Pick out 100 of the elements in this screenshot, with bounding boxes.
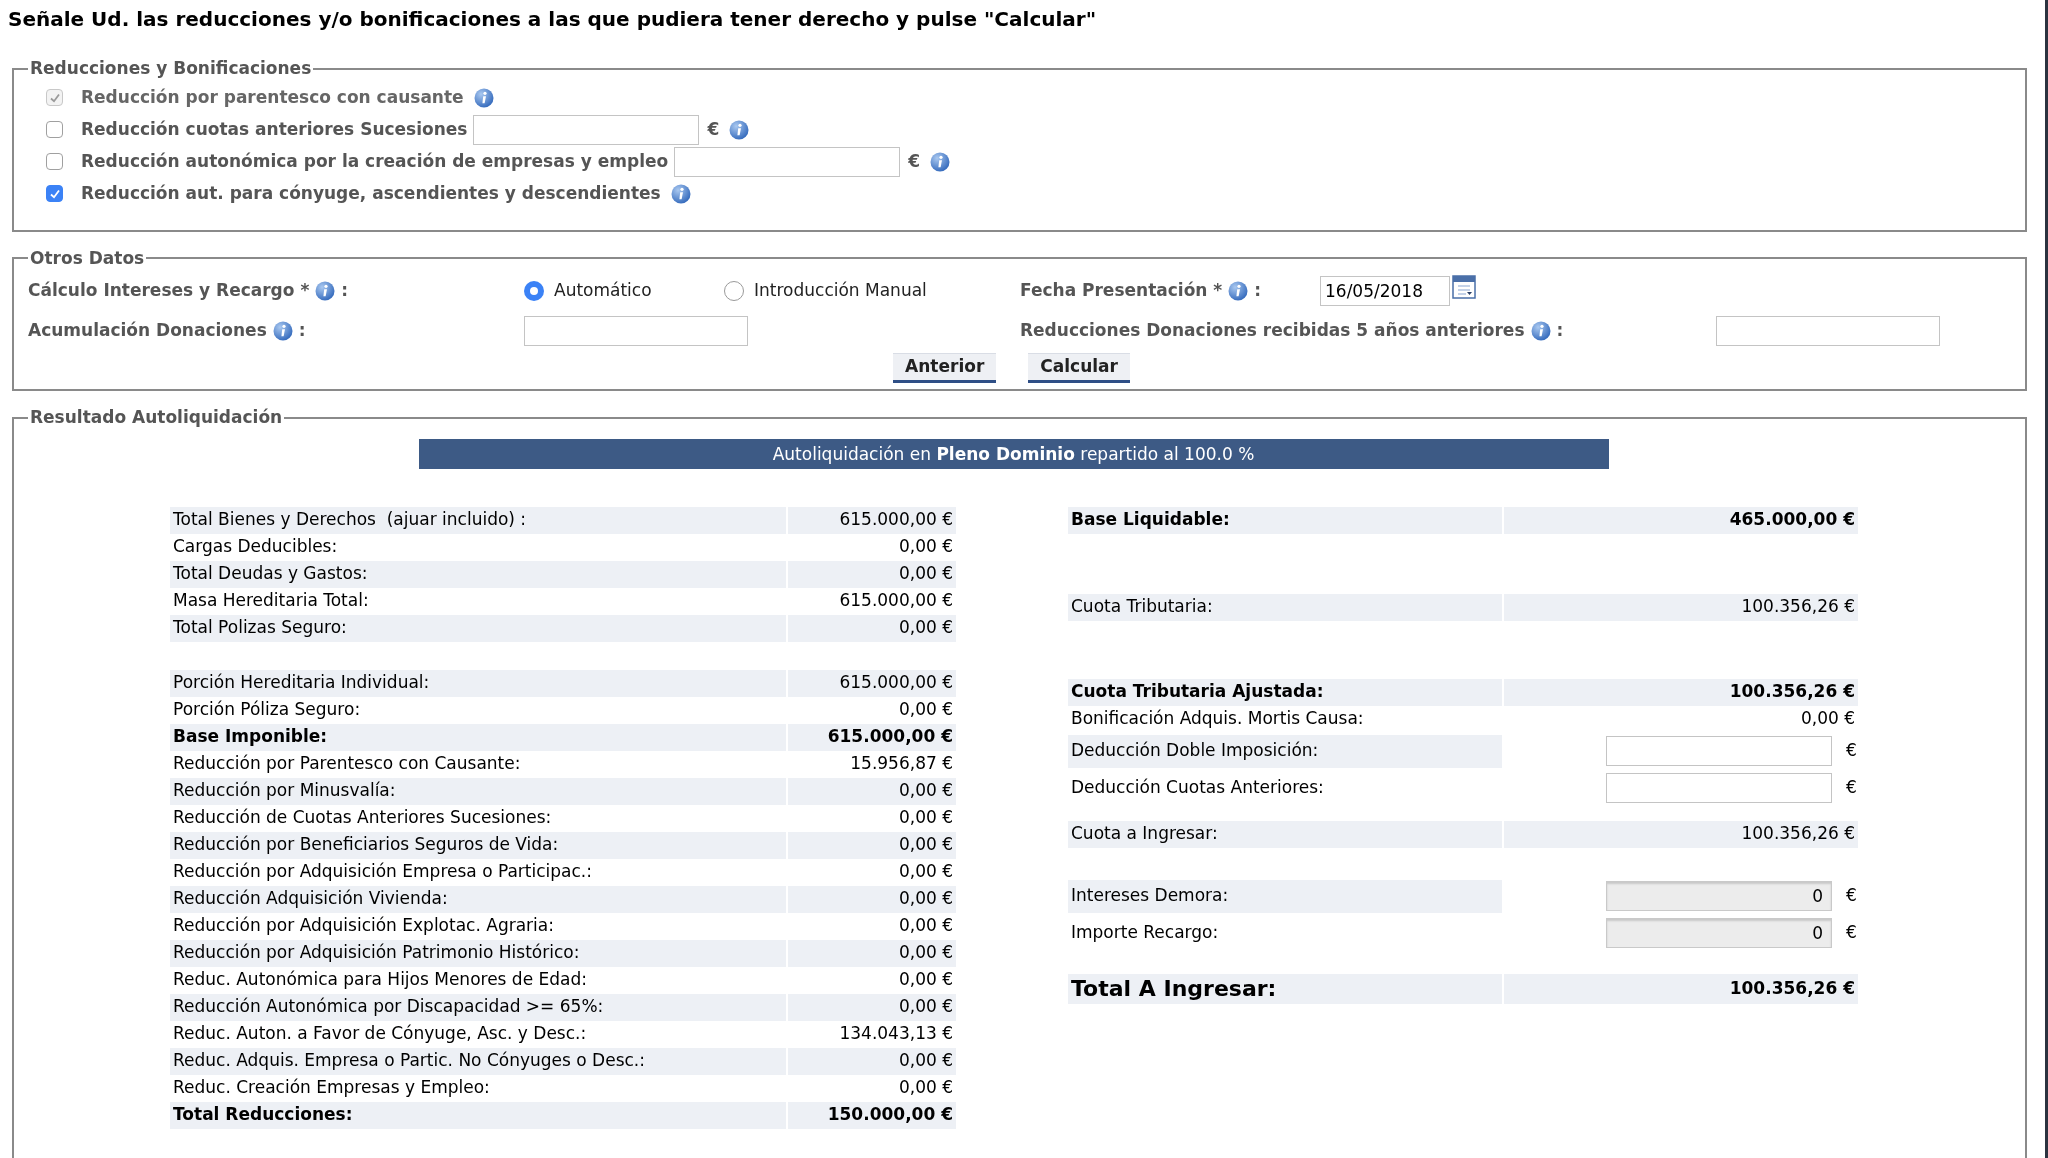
amount-field[interactable] (473, 114, 700, 145)
row-value: 0,00 € (788, 614, 956, 642)
row-value: 0,00 € (897, 698, 954, 722)
row-label: Total Reducciones: (170, 1101, 786, 1129)
field-label: Fecha Presentación * (1020, 279, 1223, 303)
row-value: 0,00 € (788, 939, 956, 967)
row-value: 100.356,26 € (1504, 593, 1858, 621)
donations-field[interactable] (1716, 316, 1940, 346)
row-value: 0,00 € (897, 860, 954, 884)
info-icon[interactable] (670, 183, 691, 204)
checkbox[interactable] (46, 121, 63, 138)
row-value: 0,00 € (897, 968, 954, 992)
radio-button[interactable] (724, 281, 744, 301)
checkbox[interactable] (46, 153, 63, 170)
checkbox-label: Reducción autonómica por la creación de empresas y empleo (81, 149, 669, 173)
donations-field[interactable] (524, 316, 748, 346)
label-colon: : (1254, 279, 1262, 303)
form-button[interactable]: Calcular (1028, 353, 1130, 383)
row-label: Base Imponible: (170, 723, 786, 751)
row-value: 0,00 € (788, 777, 956, 805)
currency-symbol: € (1846, 739, 1857, 763)
row-value: 134.043,13 € (838, 1022, 954, 1046)
row-label: Reducción por Parentesco con Causante: (172, 752, 522, 776)
page-heading: Señale Ud. las reducciones y/o bonificaciones a las que pudiera tener derecho y pulse "Calcular" (7, 6, 1098, 33)
row-label: Reduc. Autonómica para Hijos Menores de Edad: (172, 968, 588, 992)
result-banner: Autoliquidación en Pleno Dominio repartido al 100.0 % (418, 438, 1609, 469)
row-value: 100.356,26 € (1504, 973, 1858, 1004)
row-label: Total Polizas Seguro: (170, 614, 786, 642)
currency-symbol: € (1846, 921, 1857, 945)
row-value: 465.000,00 € (1504, 506, 1858, 534)
fieldset-legend: Otros Datos (28, 245, 147, 271)
row-value: 0,00 € (788, 560, 956, 588)
row-label: Total A Ingresar: (1068, 973, 1502, 1004)
row-label: Reducción por Adquisición Patrimonio Histórico: (170, 939, 786, 967)
row-label: Bonificación Adquis. Mortis Causa: (1070, 707, 1365, 731)
row-label: Masa Hereditaria Total: (172, 589, 370, 613)
info-icon[interactable] (473, 87, 494, 108)
row-label: Base Liquidable: (1068, 506, 1502, 534)
radio-label: Automático (554, 279, 652, 303)
field-label: Acumulación Donaciones (28, 319, 267, 343)
amount-field[interactable] (1606, 773, 1832, 803)
row-value: 615.000,00 € (788, 723, 956, 751)
checkbox-label: Reducción cuotas anteriores Sucesiones (81, 117, 468, 141)
radio-button[interactable] (524, 281, 544, 301)
row-label: Total Deudas y Gastos: (170, 560, 786, 588)
row-value: 100.356,26 € (1504, 820, 1858, 848)
row-label: Reducción Adquisición Vivienda: (170, 885, 786, 913)
checkbox-label: Reducción aut. para cónyuge, ascendientes y descendientes (81, 181, 661, 205)
row-value: 15.956,87 € (849, 752, 954, 776)
form-button[interactable]: Anterior (893, 353, 997, 383)
row-value: 0,00 € (897, 1076, 954, 1100)
row-value: 0,00 € (788, 885, 956, 913)
row-value: 0,00 € (897, 806, 954, 830)
row-value: 615.000,00 € (788, 669, 956, 697)
row-label: Reduc. Adquis. Empresa o Partic. No Cónyuges o Desc.: (170, 1047, 786, 1075)
date-field[interactable]: 16/05/2018 (1320, 276, 1450, 306)
row-label: Total Bienes y Derechos (ajuar incluido) : (170, 506, 786, 534)
row-value: 0,00 € (897, 535, 954, 559)
checkbox-label: Reducción por parentesco con causante (81, 85, 464, 109)
row-value: 0,00 € (1799, 707, 1856, 731)
row-label: Intereses Demora: (1068, 879, 1502, 913)
check-icon (48, 91, 61, 104)
info-icon[interactable] (1228, 281, 1249, 301)
row-label: Cargas Deducibles: (172, 535, 339, 559)
row-value: 100.356,26 € (1504, 678, 1858, 706)
fieldset-legend: Reducciones y Bonificaciones (28, 56, 314, 82)
check-icon (48, 187, 61, 200)
row-label: Deducción Cuotas Anteriores: (1070, 776, 1325, 800)
info-icon[interactable] (930, 151, 951, 172)
field-label: Reducciones Donaciones recibidas 5 años anteriores (1020, 319, 1525, 343)
row-label: Cuota a Ingresar: (1068, 820, 1502, 848)
info-icon[interactable] (315, 281, 336, 301)
label-colon: : (341, 279, 349, 303)
row-label: Reducción por Beneficiarios Seguros de Vida: (170, 831, 786, 859)
row-value: 0,00 € (788, 831, 956, 859)
row-label: Reducción por Adquisición Empresa o Participac.: (172, 860, 593, 884)
row-value: 615.000,00 € (838, 589, 954, 613)
row-label: Reducción de Cuotas Anteriores Sucesiones: (172, 806, 553, 830)
checkbox[interactable] (46, 185, 63, 202)
currency-symbol: € (707, 117, 720, 141)
info-icon[interactable] (729, 119, 750, 140)
info-icon[interactable] (1530, 321, 1551, 341)
amount-field[interactable] (674, 146, 901, 177)
row-label: Deducción Doble Imposición: (1068, 734, 1502, 768)
label-colon: : (1556, 319, 1564, 343)
radio-label: Introducción Manual (754, 279, 927, 303)
label-colon: : (298, 319, 306, 343)
row-value: 0,00 € (897, 914, 954, 938)
row-label: Cuota Tributaria Ajustada: (1068, 678, 1502, 706)
fieldset-legend: Resultado Autoliquidación (28, 405, 285, 431)
info-icon[interactable] (272, 321, 293, 341)
field-label: Cálculo Intereses y Recargo * (28, 279, 310, 303)
row-label: Reducción Autonómica por Discapacidad >= 65%: (170, 993, 786, 1021)
amount-field[interactable] (1606, 736, 1832, 766)
currency-symbol: € (908, 149, 921, 173)
calendar-icon[interactable] (1452, 275, 1476, 299)
row-value: 150.000,00 € (788, 1101, 956, 1129)
row-label: Importe Recargo: (1070, 921, 1220, 945)
row-label: Reduc. Auton. a Favor de Cónyuge, Asc. y Desc.: (172, 1022, 588, 1046)
row-label: Porción Póliza Seguro: (172, 698, 362, 722)
